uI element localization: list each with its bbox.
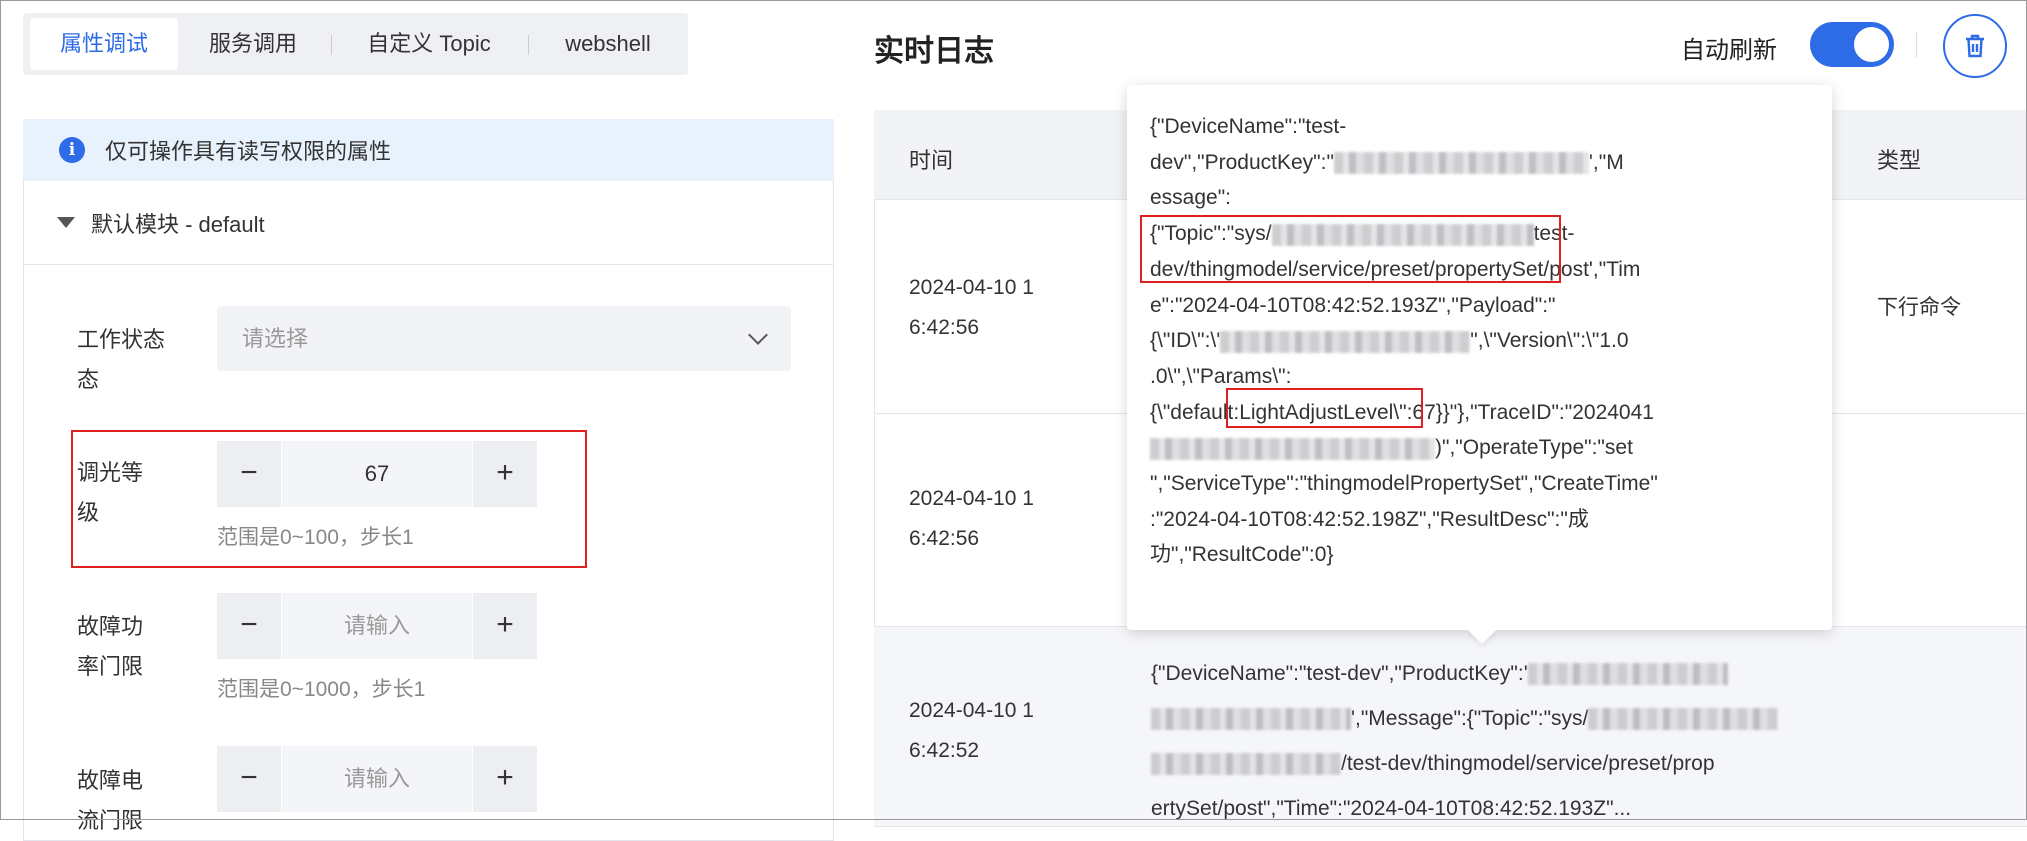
- increment-button[interactable]: +: [473, 593, 537, 659]
- decrement-button[interactable]: −: [217, 441, 281, 507]
- text-line: dev","ProductKey":" ',"M: [1150, 145, 1658, 181]
- message-cell[interactable]: {"DeviceName":"test-dev","ProductKey":' '…: [1151, 651, 1791, 831]
- text-segment: ",\"Version\":\"1.0: [1470, 329, 1629, 353]
- redacted-value: [1151, 708, 1351, 731]
- text-segment: dev","ProductKey":": [1150, 150, 1334, 174]
- chevron-down-icon: [748, 325, 768, 345]
- time-cell: 2024-04-10 1 6:42:56: [909, 276, 1034, 339]
- module-title: 默认模块 - default: [91, 211, 265, 237]
- light-level-stepper[interactable]: − 67 +: [217, 441, 537, 507]
- text-segment: {"DeviceName":"test-dev","ProductKey":': [1151, 662, 1528, 685]
- highlight-box-param: [1226, 388, 1423, 428]
- clear-log-button[interactable]: [1943, 14, 2007, 78]
- text-line: 功","ResultCode":0}: [1150, 537, 1658, 573]
- column-header-time: 时间: [909, 148, 954, 173]
- redacted-value: [1151, 753, 1341, 776]
- current-threshold-input[interactable]: 请输入: [282, 746, 472, 812]
- text-segment: )","OperateType":"set: [1435, 436, 1633, 460]
- divider: [1916, 32, 1917, 58]
- message-tooltip: {"DeviceName":"test-dev","ProductKey":" '…: [1127, 85, 1832, 645]
- trash-icon: [1966, 34, 1984, 58]
- text-line: {"DeviceName":"test-: [1150, 109, 1658, 145]
- auto-refresh-toggle[interactable]: [1810, 22, 1894, 67]
- info-icon: i: [59, 137, 85, 163]
- time-cell: 2024-04-10 1 6:42:56: [909, 487, 1034, 550]
- text-segment: ',"Message":{"Topic":"sys/: [1351, 707, 1589, 730]
- redacted-value: [1588, 708, 1779, 731]
- power-threshold-stepper[interactable]: − 请输入 +: [217, 593, 537, 659]
- tab-custom-topic[interactable]: 自定义 Topic: [343, 18, 515, 70]
- light-level-input[interactable]: 67: [282, 441, 472, 507]
- tab-divider: [331, 35, 332, 55]
- decrement-button[interactable]: −: [217, 746, 281, 812]
- text-line: {"DeviceName":"test-dev","ProductKey":': [1151, 651, 1791, 696]
- current-threshold-label: 故障电 流门限: [77, 768, 144, 833]
- redacted-value: [1527, 663, 1728, 686]
- info-banner: i 仅可操作具有读写权限的属性: [23, 119, 834, 181]
- text-segment: :"2024-04-10T08:42:52.198Z","ResultDesc"…: [1150, 507, 1589, 531]
- column-header-type: 类型: [1877, 148, 1922, 173]
- current-threshold-stepper[interactable]: − 请输入 +: [217, 746, 537, 812]
- text-segment: {\"ID\":\': [1150, 329, 1221, 353]
- tab-webshell[interactable]: webshell: [543, 18, 673, 70]
- text-line: ',"Message":{"Topic":"sys/: [1151, 696, 1791, 741]
- tooltip-text: {"DeviceName":"test-dev","ProductKey":" '…: [1150, 109, 1658, 573]
- text-line: /test-dev/thingmodel/service/preset/prop: [1151, 741, 1791, 786]
- tab-property-debug[interactable]: 属性调试: [30, 18, 178, 70]
- power-threshold-label: 故障功 率门限: [77, 614, 144, 679]
- increment-button[interactable]: +: [473, 441, 537, 507]
- work-state-select[interactable]: 请选择: [217, 306, 791, 371]
- decrement-button[interactable]: −: [217, 593, 281, 659]
- text-segment: ,"Tim: [1592, 257, 1641, 281]
- tab-divider: [528, 35, 529, 55]
- text-segment: /test-dev/thingmodel/service/preset/prop: [1341, 752, 1715, 775]
- collapse-triangle-icon: [57, 217, 75, 228]
- text-segment: e":"2024-04-10T08:42:52.193Z","Payload":…: [1150, 293, 1556, 317]
- text-segment: ertySet/post","Time":"2024-04-10T08:42:5…: [1151, 797, 1632, 820]
- text-segment: .0\",\"Params\":: [1150, 364, 1292, 388]
- redacted-value: [1150, 437, 1435, 460]
- light-level-hint: 范围是0~100，步长1: [217, 526, 414, 549]
- text-line: ertySet/post","Time":"2024-04-10T08:42:5…: [1151, 786, 1791, 831]
- redacted-value: [1333, 152, 1589, 175]
- light-level-label: 调光等级: [77, 460, 144, 525]
- text-segment: ',"M: [1588, 150, 1624, 174]
- text-line: )","OperateType":"set: [1150, 430, 1658, 466]
- increment-button[interactable]: +: [473, 746, 537, 812]
- power-threshold-hint: 范围是0~1000，步长1: [217, 678, 426, 701]
- text-segment: {"DeviceName":"test-: [1150, 115, 1347, 138]
- text-line: {\"ID\":\' ",\"Version\":\"1.0: [1150, 323, 1658, 359]
- text-segment: essage":: [1150, 186, 1232, 210]
- log-title: 实时日志: [874, 35, 994, 68]
- power-threshold-input[interactable]: 请输入: [282, 593, 472, 659]
- tab-service-call[interactable]: 服务调用: [193, 18, 313, 70]
- module-header[interactable]: 默认模块 - default: [23, 181, 834, 265]
- text-line: essage":: [1150, 180, 1658, 216]
- time-cell: 2024-04-10 1 6:42:52: [909, 699, 1034, 762]
- text-line: :"2024-04-10T08:42:52.198Z","ResultDesc"…: [1150, 502, 1658, 538]
- text-line: e":"2024-04-10T08:42:52.193Z","Payload":…: [1150, 288, 1658, 324]
- redacted-value: [1220, 330, 1471, 353]
- work-state-label: 工作状态态: [77, 327, 166, 392]
- banner-text: 仅可操作具有读写权限的属性: [105, 139, 392, 164]
- highlight-box-topic: [1140, 215, 1561, 283]
- text-segment: ","ServiceType":"thingmodelPropertySet",…: [1150, 472, 1658, 496]
- tab-bar: 属性调试 服务调用 自定义 Topic webshell: [23, 13, 688, 75]
- auto-refresh-label: 自动刷新: [1681, 37, 1777, 64]
- text-line: ","ServiceType":"thingmodelPropertySet",…: [1150, 466, 1658, 502]
- text-segment: 功","ResultCode":0}: [1150, 543, 1334, 567]
- type-cell: 下行命令: [1877, 296, 1961, 319]
